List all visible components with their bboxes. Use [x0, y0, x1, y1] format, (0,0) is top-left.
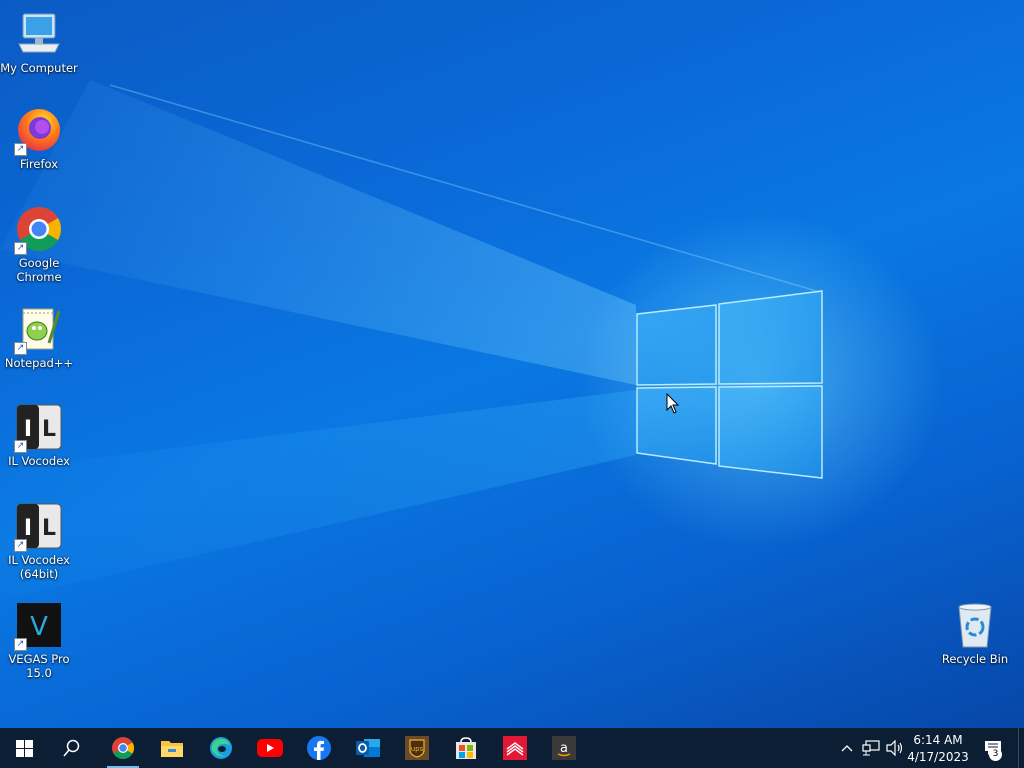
icon-label: Firefox	[19, 157, 59, 171]
show-desktop-button[interactable]	[1018, 728, 1024, 768]
icon-label: Google Chrome	[16, 256, 62, 284]
start-button[interactable]	[0, 728, 48, 768]
notification-count-badge: 3	[989, 748, 1002, 761]
il-vocodex-64-icon: I L ↗	[14, 502, 63, 552]
desktop-icon-google-chrome[interactable]: ↗ Google Chrome	[0, 205, 78, 284]
svg-text:V: V	[30, 612, 48, 642]
clock-date: 4/17/2023	[907, 750, 969, 764]
edge-icon	[210, 737, 232, 759]
desktop-icon-il-vocodex-64bit[interactable]: I L ↗ IL Vocodex (64bit)	[0, 502, 78, 581]
network-icon	[862, 740, 880, 756]
taskbar-app-outlook[interactable]	[346, 728, 390, 768]
notepad-plus-plus-icon: ↗	[14, 305, 63, 355]
bank-of-america-icon	[503, 736, 527, 760]
desktop-icon-firefox[interactable]: ↗ Firefox	[0, 106, 78, 171]
svg-text:L: L	[42, 516, 56, 541]
shortcut-arrow-icon: ↗	[14, 539, 27, 552]
taskbar-app-file-explorer[interactable]	[150, 728, 194, 768]
shortcut-arrow-icon: ↗	[14, 342, 27, 355]
recycle-bin-icon	[951, 601, 999, 649]
taskbar: ups a 6:14 AM 4/17/2023	[0, 728, 1024, 768]
network-tray-button[interactable]	[859, 728, 883, 768]
shortcut-arrow-icon: ↗	[14, 440, 27, 453]
chrome-icon	[112, 737, 134, 759]
show-hidden-icons-button[interactable]	[837, 728, 857, 768]
search-icon	[63, 739, 80, 757]
icon-label: IL Vocodex (64bit)	[8, 553, 70, 581]
desktop-icon-recycle-bin[interactable]: Recycle Bin	[936, 601, 1014, 666]
shortcut-arrow-icon: ↗	[14, 143, 27, 156]
svg-text:I: I	[24, 516, 32, 541]
taskbar-app-amazon[interactable]: a	[542, 728, 586, 768]
windows-logo-wallpaper	[636, 290, 823, 479]
taskbar-app-edge[interactable]	[199, 728, 243, 768]
taskbar-app-bank-of-america[interactable]	[493, 728, 537, 768]
desktop-icon-my-computer[interactable]: My Computer	[0, 10, 78, 75]
ups-icon: ups	[405, 736, 429, 760]
icon-label: VEGAS Pro 15.0	[8, 652, 70, 680]
desktop-background[interactable]: My Computer ↗ Firefox ↗ Google Chrome ↗ …	[0, 0, 1024, 728]
desktop-icon-il-vocodex[interactable]: I L ↗ IL Vocodex	[0, 403, 78, 468]
taskbar-app-youtube[interactable]	[248, 728, 292, 768]
computer-icon	[15, 10, 63, 58]
chevron-up-icon	[841, 745, 853, 752]
chrome-icon: ↗	[14, 205, 63, 255]
icon-label: Recycle Bin	[941, 652, 1009, 666]
firefox-icon: ↗	[14, 106, 63, 156]
svg-text:L: L	[42, 417, 56, 442]
facebook-icon	[307, 736, 331, 760]
mouse-cursor-icon	[666, 393, 680, 414]
shortcut-arrow-icon: ↗	[14, 638, 27, 651]
shortcut-arrow-icon: ↗	[14, 242, 27, 255]
amazon-logo-text: a	[560, 741, 568, 756]
taskbar-app-ups[interactable]: ups	[395, 728, 439, 768]
desktop-icon-notepad-plus-plus[interactable]: ↗ Notepad++	[0, 305, 78, 370]
taskbar-app-chrome[interactable]	[101, 728, 145, 768]
windows-start-icon	[15, 739, 33, 757]
taskbar-clock[interactable]: 6:14 AM 4/17/2023	[900, 730, 976, 768]
taskbar-app-microsoft-store[interactable]	[444, 728, 488, 768]
vegas-pro-icon: V ↗	[14, 601, 63, 651]
store-icon	[456, 737, 476, 759]
icon-label: IL Vocodex	[8, 454, 70, 468]
amazon-icon: a	[552, 736, 576, 760]
il-vocodex-icon: I L ↗	[14, 403, 63, 453]
file-explorer-icon	[161, 741, 183, 757]
outlook-icon	[356, 739, 380, 757]
desktop-icon-vegas-pro[interactable]: V ↗ VEGAS Pro 15.0	[0, 601, 78, 680]
wallpaper-light-beams	[0, 80, 821, 600]
ups-logo-text: ups	[411, 745, 424, 753]
youtube-icon	[257, 739, 283, 757]
icon-label: My Computer	[0, 61, 78, 75]
icon-label: Notepad++	[4, 356, 74, 370]
svg-text:I: I	[24, 417, 32, 442]
taskbar-app-facebook[interactable]	[297, 728, 341, 768]
clock-time: 6:14 AM	[913, 733, 963, 747]
search-button[interactable]	[48, 728, 96, 768]
